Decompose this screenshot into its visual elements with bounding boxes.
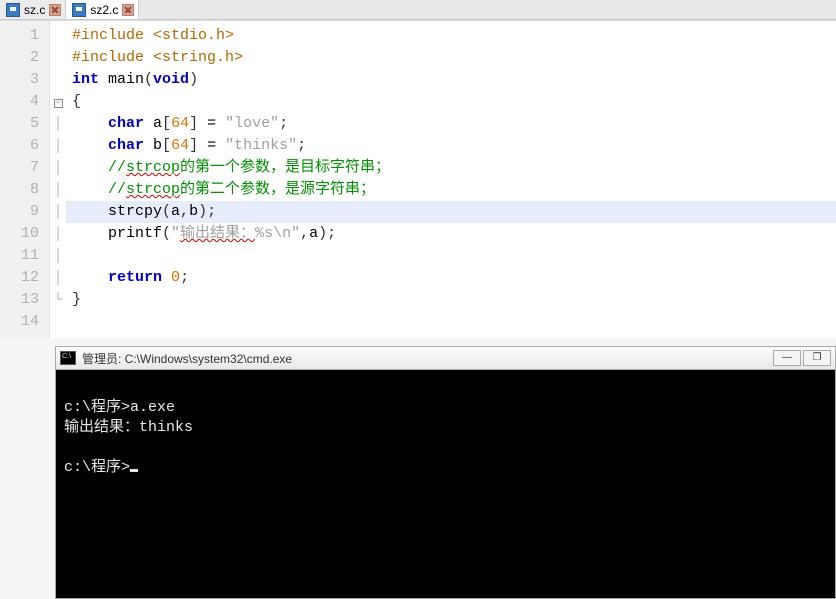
tab-label: sz2.c <box>90 3 118 17</box>
terminal-title-bar[interactable]: 管理员: C:\Windows\system32\cmd.exe — ❐ <box>55 346 836 370</box>
fold-cell <box>50 47 66 69</box>
terminal-title: 管理员: C:\Windows\system32\cmd.exe <box>82 350 767 367</box>
line-number: 6 <box>0 135 39 157</box>
code-line[interactable]: strcpy(a,b); <box>72 201 836 223</box>
line-number: 14 <box>0 311 39 333</box>
code-line[interactable]: } <box>72 289 836 311</box>
fold-cell: │ <box>50 223 66 245</box>
code-area[interactable]: #include <stdio.h>#include <string.h>int… <box>66 21 836 338</box>
fold-cell: │ <box>50 113 66 135</box>
code-line[interactable]: printf("输出结果：%s\n",a); <box>72 223 836 245</box>
code-line[interactable] <box>72 311 836 333</box>
maximize-button[interactable]: ❐ <box>803 350 831 366</box>
line-number: 11 <box>0 245 39 267</box>
fold-cell: │ <box>50 201 66 223</box>
line-number: 13 <box>0 289 39 311</box>
fold-column: −││││││││└ <box>50 21 66 338</box>
code-line[interactable]: char b[64] = "thinks"; <box>72 135 836 157</box>
terminal-window: 管理员: C:\Windows\system32\cmd.exe — ❐ c:\… <box>55 346 836 599</box>
code-line[interactable]: int main(void) <box>72 69 836 91</box>
code-line[interactable]: #include <string.h> <box>72 47 836 69</box>
fold-toggle-icon[interactable]: − <box>54 99 63 108</box>
line-number: 8 <box>0 179 39 201</box>
line-number: 9 <box>0 201 39 223</box>
fold-cell: │ <box>50 157 66 179</box>
code-line[interactable]: char a[64] = "love"; <box>72 113 836 135</box>
fold-cell: │ <box>50 245 66 267</box>
fold-cell <box>50 25 66 47</box>
code-line[interactable]: { <box>72 91 836 113</box>
line-number: 1 <box>0 25 39 47</box>
fold-cell: │ <box>50 267 66 289</box>
terminal-cursor <box>130 469 138 472</box>
fold-cell <box>50 69 66 91</box>
code-line[interactable]: return 0; <box>72 267 836 289</box>
line-number: 4 <box>0 91 39 113</box>
fold-cell: │ <box>50 135 66 157</box>
close-icon[interactable] <box>122 4 134 16</box>
save-icon <box>72 3 86 17</box>
line-number: 5 <box>0 113 39 135</box>
tab-bar: sz.c sz2.c <box>0 0 836 20</box>
code-line[interactable]: //strcop的第一个参数，是目标字符串； <box>72 157 836 179</box>
cmd-icon <box>60 351 76 365</box>
minimize-button[interactable]: — <box>773 350 801 366</box>
line-number: 12 <box>0 267 39 289</box>
fold-cell <box>50 311 66 333</box>
fold-cell: └ <box>50 289 66 311</box>
code-line[interactable]: #include <stdio.h> <box>72 25 836 47</box>
tab-label: sz.c <box>24 3 45 17</box>
code-line[interactable] <box>72 245 836 267</box>
line-number: 10 <box>0 223 39 245</box>
code-line[interactable]: //strcop的第二个参数，是源字符串； <box>72 179 836 201</box>
tab-sz-c[interactable]: sz.c <box>0 0 66 19</box>
line-number-gutter: 1234567891011121314 <box>0 21 50 338</box>
save-icon <box>6 3 20 17</box>
line-number: 2 <box>0 47 39 69</box>
fold-cell: − <box>50 91 66 113</box>
code-editor[interactable]: 1234567891011121314 −││││││││└ #include … <box>0 20 836 338</box>
close-icon[interactable] <box>49 4 61 16</box>
line-number: 7 <box>0 157 39 179</box>
window-buttons: — ❐ <box>773 350 831 366</box>
terminal-body[interactable]: c:\程序>a.exe 输出结果：thinks c:\程序> <box>55 370 836 599</box>
fold-cell: │ <box>50 179 66 201</box>
tab-sz2-c[interactable]: sz2.c <box>66 0 139 19</box>
line-number: 3 <box>0 69 39 91</box>
